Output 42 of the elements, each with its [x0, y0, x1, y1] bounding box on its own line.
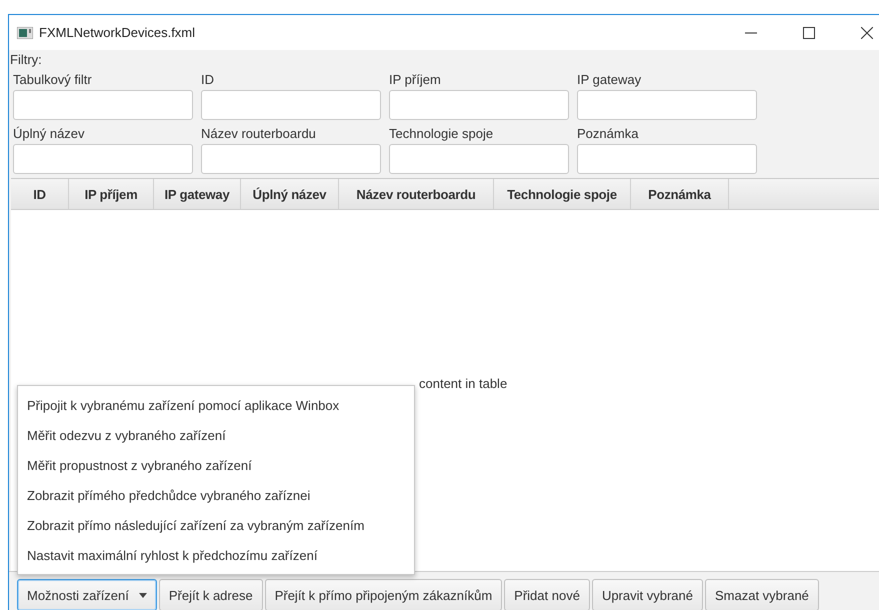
- action-button[interactable]: Přidat nové: [504, 579, 590, 610]
- input-field[interactable]: [389, 90, 569, 120]
- action-button[interactable]: Přejít k přímo připojeným zákazníkům: [264, 579, 502, 610]
- menu-item[interactable]: Zobrazit přímého předchůdce vybraného zaříznei: [18, 480, 414, 510]
- input-field[interactable]: [577, 144, 757, 174]
- menu-item[interactable]: Zobrazit přímo následující zařízení za vybraným zařízením: [18, 510, 414, 540]
- input-field[interactable]: [201, 144, 381, 174]
- menu-item[interactable]: Připojit k vybranému zařízení pomocí aplikace Winbox: [18, 390, 414, 420]
- field-label: Název routerboardu: [201, 125, 317, 143]
- field-label: Poznámka: [577, 125, 640, 143]
- field-label: Úplný název: [13, 125, 86, 143]
- field-label: Tabulkový filtr: [13, 71, 93, 89]
- maximize-icon[interactable]: [803, 26, 815, 38]
- field-label: IP příjem: [389, 71, 442, 89]
- input-field[interactable]: [389, 144, 569, 174]
- column-header[interactable]: IP gateway: [154, 179, 241, 209]
- caret-icon: [138, 592, 147, 598]
- empty-table-message: content in table: [419, 376, 508, 391]
- input-field[interactable]: [577, 90, 757, 120]
- action-button[interactable]: Smazat vybrané: [704, 579, 819, 610]
- field-label: ID: [201, 71, 215, 89]
- column-header[interactable]: Poznámka: [631, 179, 729, 209]
- menu-button[interactable]: Možnosti zařízení: [17, 579, 157, 610]
- app-icon: [17, 26, 33, 38]
- menu-item[interactable]: Nastavit maximální ryhlost k předchozímu zařízení: [18, 540, 414, 570]
- menu-item[interactable]: Měřit odezvu z vybraného zařízení: [18, 420, 414, 450]
- field-label: Technologie spoje: [389, 125, 494, 143]
- input-field[interactable]: [13, 144, 193, 174]
- column-header[interactable]: Název routerboardu: [339, 179, 494, 209]
- column-header[interactable]: Úplný název: [241, 179, 339, 209]
- column-header[interactable]: ID: [11, 179, 69, 209]
- column-header[interactable]: IP příjem: [69, 179, 154, 209]
- action-button[interactable]: Přejít k adrese: [158, 579, 263, 610]
- close-icon[interactable]: [861, 26, 873, 38]
- action-button[interactable]: Upravit vybrané: [592, 579, 703, 610]
- input-field[interactable]: [201, 90, 381, 120]
- field-label: IP gateway: [577, 71, 642, 89]
- filters-heading: Filtry:: [10, 52, 43, 68]
- window-title: FXMLNetworkDevices.fxml: [39, 25, 196, 40]
- input-field[interactable]: [13, 90, 193, 120]
- menu-item[interactable]: Měřit propustnost z vybraného zařízení: [18, 450, 414, 480]
- column-header[interactable]: Technologie spoje: [494, 179, 631, 209]
